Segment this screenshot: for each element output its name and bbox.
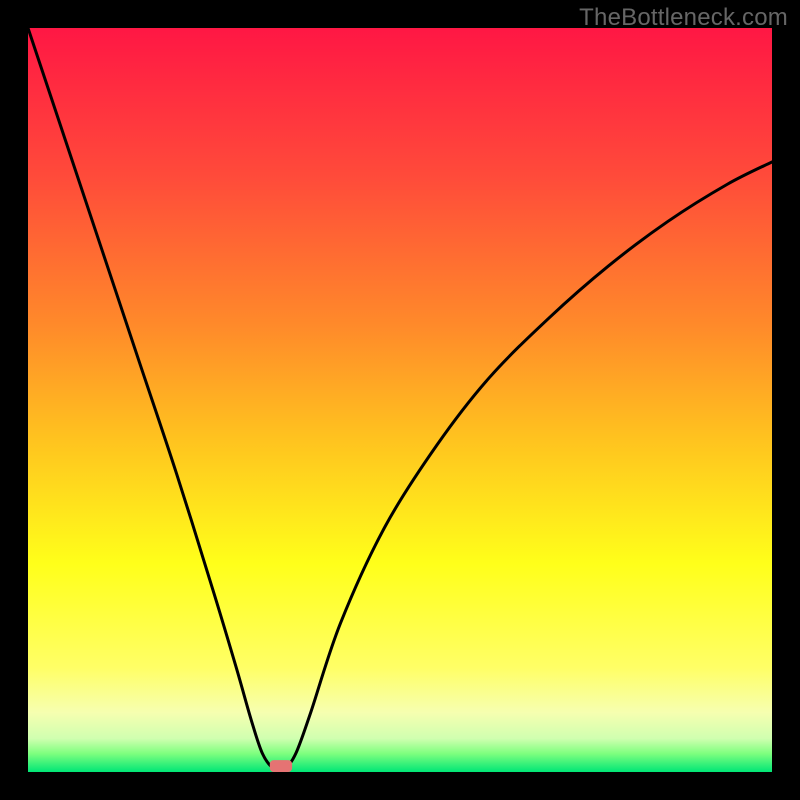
bottleneck-chart [28,28,772,772]
chart-frame: TheBottleneck.com [0,0,800,800]
marker-point [270,760,292,772]
watermark-text: TheBottleneck.com [579,4,788,32]
gradient-background [28,28,772,772]
plot-area [28,28,772,772]
